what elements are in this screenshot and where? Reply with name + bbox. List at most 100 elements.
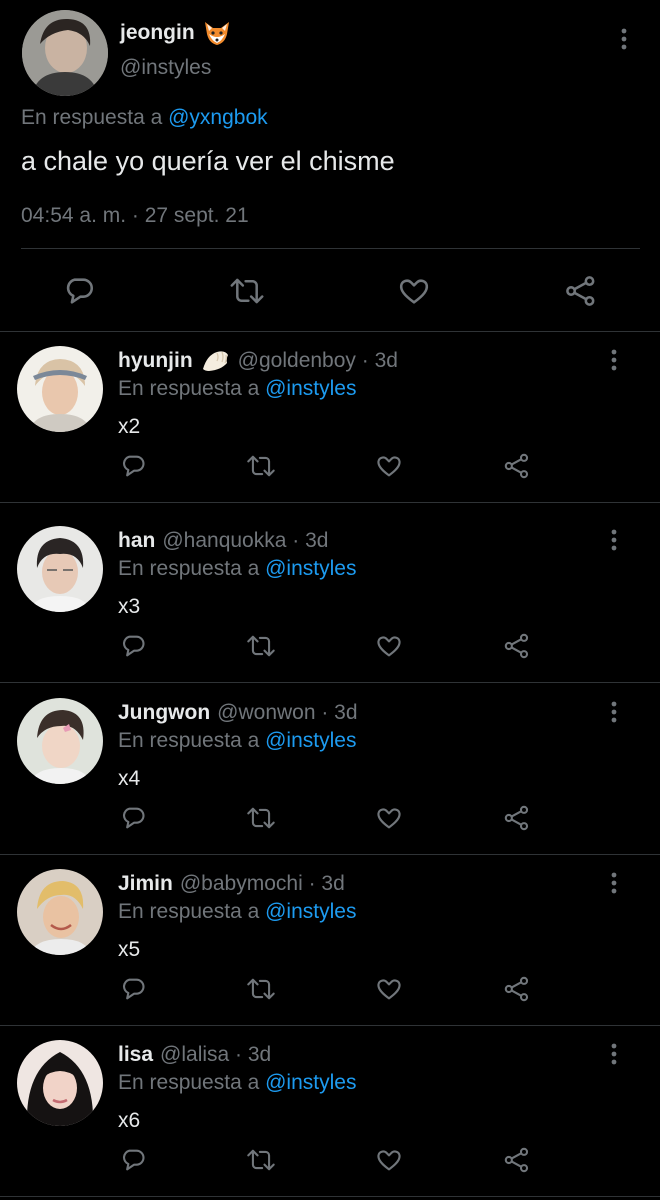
share-button[interactable] xyxy=(502,451,532,481)
reply-tweet[interactable]: Jimin @babymochi · 3d En respuesta a @in… xyxy=(0,855,660,1026)
reply-button[interactable] xyxy=(118,974,148,1004)
reply-tweet[interactable]: han @hanquokka · 3d En respuesta a @inst… xyxy=(0,512,660,683)
like-button[interactable] xyxy=(396,273,432,309)
like-icon xyxy=(399,279,429,304)
author-name[interactable]: han xyxy=(118,529,155,553)
retweet-icon xyxy=(247,807,275,829)
more-options-icon[interactable] xyxy=(614,28,634,50)
reply-tweet[interactable]: Jungwon @wonwon · 3d En respuesta a @ins… xyxy=(0,684,660,855)
more-options-icon[interactable] xyxy=(604,1043,624,1065)
tweet-text: x5 xyxy=(118,938,141,961)
reply-icon xyxy=(122,1149,145,1171)
avatar[interactable] xyxy=(17,869,103,955)
reply-context: En respuesta a @instyles xyxy=(118,729,357,752)
reply-icon xyxy=(122,635,145,657)
reply-icon xyxy=(122,807,145,829)
author-name[interactable]: hyunjin xyxy=(118,349,193,373)
more-options-icon[interactable] xyxy=(604,701,624,723)
fox-icon xyxy=(203,20,231,46)
author-handle[interactable]: @wonwon · 3d xyxy=(217,701,357,725)
reply-context: En respuesta a @instyles xyxy=(118,377,357,400)
like-button[interactable] xyxy=(374,451,404,481)
dumpling-icon xyxy=(201,349,231,373)
reply-button[interactable] xyxy=(118,1145,148,1175)
author-name[interactable]: lisa xyxy=(118,1043,153,1067)
mention-link[interactable]: @instyles xyxy=(265,377,356,400)
mention-link[interactable]: @instyles xyxy=(265,557,356,580)
share-button[interactable] xyxy=(502,1145,532,1175)
avatar[interactable] xyxy=(22,10,108,96)
reply-context: En respuesta a @instyles xyxy=(118,557,357,580)
retweet-icon xyxy=(230,278,264,304)
share-button[interactable] xyxy=(502,631,532,661)
like-icon xyxy=(377,808,401,829)
retweet-icon xyxy=(247,455,275,477)
main-tweet: jeongin @instyles En respuesta a @yxngbo… xyxy=(0,0,660,332)
mention-link[interactable]: @yxngbok xyxy=(168,106,268,129)
tweet-timestamp[interactable]: 04:54 a. m. · 27 sept. 21 xyxy=(21,204,249,228)
reply-button[interactable] xyxy=(118,451,148,481)
avatar[interactable] xyxy=(17,698,103,784)
author-handle[interactable]: @instyles xyxy=(120,56,211,80)
reply-header: Jimin @babymochi · 3d xyxy=(118,872,345,896)
tweet-text: x2 xyxy=(118,415,141,438)
retweet-button[interactable] xyxy=(246,974,276,1004)
author-handle[interactable]: @babymochi · 3d xyxy=(180,872,345,896)
reply-button[interactable] xyxy=(118,631,148,661)
reply-tweet[interactable]: lisa @lalisa · 3d En respuesta a @instyl… xyxy=(0,1026,660,1197)
like-button[interactable] xyxy=(374,974,404,1004)
author-name[interactable]: jeongin xyxy=(120,20,231,46)
author-handle[interactable]: @lalisa · 3d xyxy=(160,1043,271,1067)
reply-header: Jungwon @wonwon · 3d xyxy=(118,701,358,725)
share-icon xyxy=(566,276,595,306)
like-icon xyxy=(377,456,401,477)
like-button[interactable] xyxy=(374,1145,404,1175)
more-options-icon[interactable] xyxy=(604,529,624,551)
share-button[interactable] xyxy=(502,974,532,1004)
like-icon xyxy=(377,979,401,1000)
more-options-icon[interactable] xyxy=(604,349,624,371)
share-icon xyxy=(504,1147,529,1173)
retweet-button[interactable] xyxy=(246,631,276,661)
reply-tweet[interactable]: hyunjin @goldenboy · 3d En respuesta a @… xyxy=(0,332,660,503)
share-icon xyxy=(504,976,529,1002)
author-name[interactable]: Jungwon xyxy=(118,701,210,725)
reply-header: han @hanquokka · 3d xyxy=(118,529,328,553)
like-button[interactable] xyxy=(374,631,404,661)
author-handle[interactable]: @goldenboy · 3d xyxy=(238,349,398,373)
retweet-icon xyxy=(247,1149,275,1171)
avatar[interactable] xyxy=(17,1040,103,1126)
tweet-text: x4 xyxy=(118,767,141,790)
reply-context: En respuesta a @instyles xyxy=(118,1071,357,1094)
tweet-text: x3 xyxy=(118,595,141,618)
reply-context: En respuesta a @instyles xyxy=(118,900,357,923)
like-icon xyxy=(377,636,401,657)
reply-icon xyxy=(122,455,145,477)
avatar[interactable] xyxy=(17,346,103,432)
tweet-text: a chale yo quería ver el chisme xyxy=(21,146,395,176)
author-handle[interactable]: @hanquokka · 3d xyxy=(162,529,328,553)
mention-link[interactable]: @instyles xyxy=(265,1071,356,1094)
mention-link[interactable]: @instyles xyxy=(265,900,356,923)
share-icon xyxy=(504,633,529,659)
reply-header: hyunjin @goldenboy · 3d xyxy=(118,349,398,373)
reply-icon xyxy=(66,278,93,304)
author-name[interactable]: Jimin xyxy=(118,872,173,896)
retweet-button[interactable] xyxy=(246,451,276,481)
retweet-button[interactable] xyxy=(246,1145,276,1175)
reply-button[interactable] xyxy=(118,803,148,833)
mention-link[interactable]: @instyles xyxy=(265,729,356,752)
tweet-text: x6 xyxy=(118,1109,141,1132)
reply-header: lisa @lalisa · 3d xyxy=(118,1043,271,1067)
retweet-button[interactable] xyxy=(229,273,265,309)
share-button[interactable] xyxy=(502,803,532,833)
retweet-button[interactable] xyxy=(246,803,276,833)
reply-button[interactable] xyxy=(61,273,97,309)
share-icon xyxy=(504,453,529,479)
like-button[interactable] xyxy=(374,803,404,833)
avatar[interactable] xyxy=(17,526,103,612)
retweet-icon xyxy=(247,635,275,657)
reply-context: En respuesta a @yxngbok xyxy=(21,106,268,129)
more-options-icon[interactable] xyxy=(604,872,624,894)
share-button[interactable] xyxy=(563,273,599,309)
